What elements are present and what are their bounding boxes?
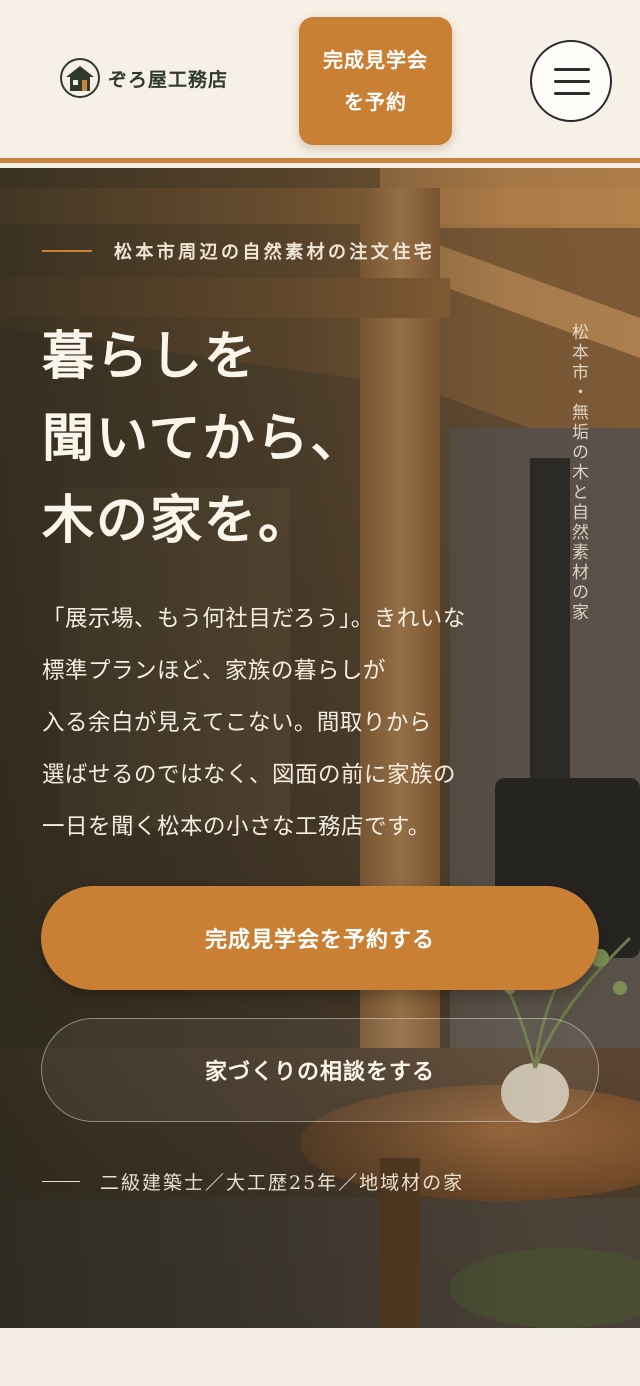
headline-line: 暮らしを <box>42 326 259 387</box>
headline-line: 木の家を。 <box>42 490 313 551</box>
header-reserve-button[interactable]: 完成見学会を予約 <box>299 17 452 145</box>
credentials: 二級建築士／大工歴25年／地域材の家 <box>42 1168 464 1195</box>
next-section-strip <box>0 1328 640 1386</box>
body-line: 一日を聞く松本の小さな工務店です。 <box>42 814 431 840</box>
body-line: 入る余白が見えてこない。間取りから <box>42 710 432 736</box>
reserve-open-house-button[interactable]: 完成見学会を予約する <box>41 886 599 990</box>
logo[interactable]: ぞろ屋工務店 <box>60 58 228 98</box>
body-line: 「展示場、もう何社目だろう」。きれいな <box>42 606 466 632</box>
body-line: 標準プランほど、家族の暮らしが <box>42 658 386 684</box>
logo-text: ぞろ屋工務店 <box>108 68 229 91</box>
site-header: ぞろ屋工務店 完成見学会を予約 <box>0 0 640 163</box>
vertical-tagline: 松本市・無垢の木と自然素材の家 <box>568 323 588 623</box>
hero-body-copy: 「展示場、もう何社目だろう」。きれいな 標準プランほど、家族の暮らしが 入る余白… <box>42 593 562 853</box>
body-line: 選ばせるのではなく、図面の前に家族の <box>42 762 457 788</box>
headline-line: 聞いてから、 <box>42 408 365 469</box>
credentials-text: 二級建築士／大工歴25年／地域材の家 <box>100 1172 465 1194</box>
eyebrow-line <box>42 250 92 252</box>
hero-section: 松本市周辺の自然素材の注文住宅 暮らしを 聞いてから、 木の家を。 松本市・無垢… <box>0 168 640 1328</box>
consultation-button[interactable]: 家づくりの相談をする <box>41 1018 599 1122</box>
hero-eyebrow: 松本市周辺の自然素材の注文住宅 <box>42 238 435 264</box>
hero-headline: 暮らしを 聞いてから、 木の家を。 <box>42 316 364 562</box>
hamburger-menu-icon[interactable] <box>530 40 612 122</box>
house-logo-icon <box>60 58 100 98</box>
eyebrow-text: 松本市周辺の自然素材の注文住宅 <box>114 242 435 263</box>
credentials-line <box>42 1180 80 1183</box>
